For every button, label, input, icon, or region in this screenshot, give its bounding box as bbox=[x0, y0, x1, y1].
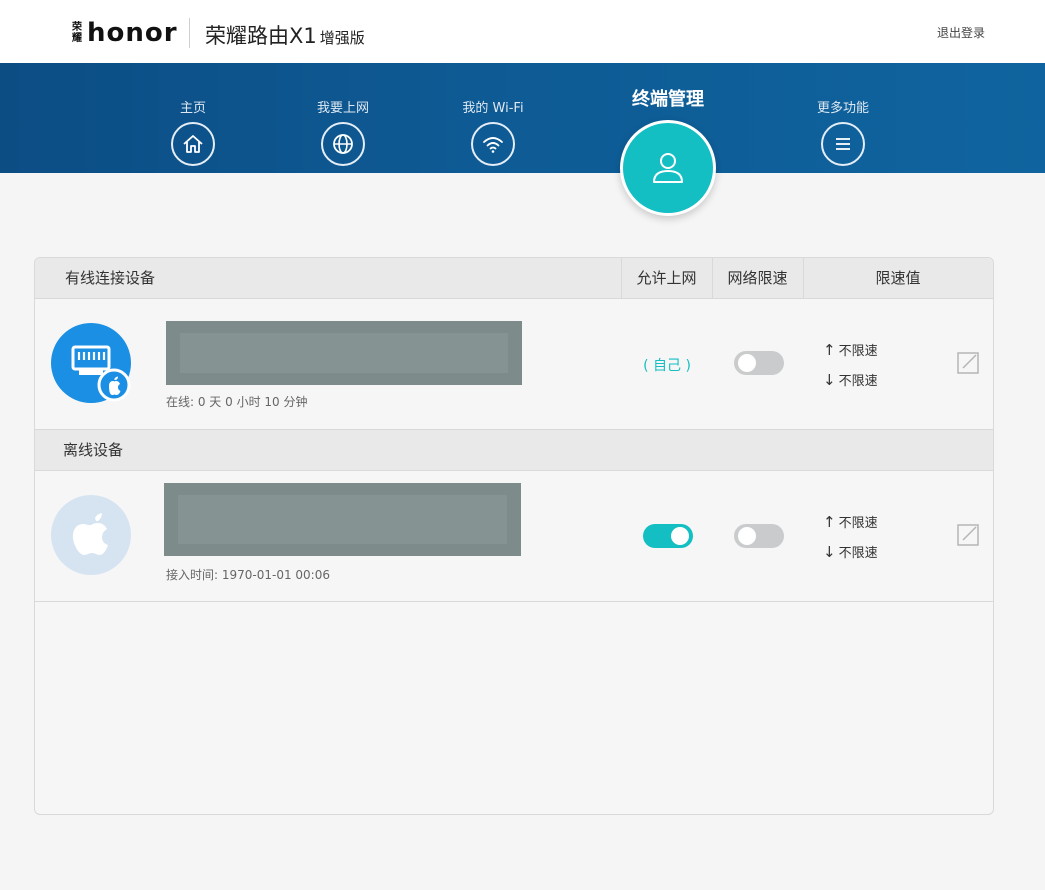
offline-section-header: 离线设备 bbox=[35, 430, 993, 471]
table-row[interactable]: 接入时间: 1970-01-01 00:06 ↑ 不限速 ↓ 不限速 bbox=[35, 471, 993, 602]
table-row[interactable]: 在线: 0 天 0 小时 10 分钟 ( 自己 ) ↑ 不限速 ↓ 不限速 bbox=[35, 299, 993, 430]
toggle-knob bbox=[671, 527, 689, 545]
nav-more-label: 更多功能 bbox=[816, 101, 869, 116]
edit-icon[interactable] bbox=[957, 524, 979, 546]
ethernet-apple-icon bbox=[51, 323, 131, 403]
nav-internet[interactable]: 我要上网 bbox=[283, 63, 403, 166]
nav-internet-label: 我要上网 bbox=[316, 101, 369, 116]
home-icon bbox=[171, 122, 215, 166]
nav-more[interactable]: 更多功能 bbox=[783, 63, 903, 166]
column-divider bbox=[803, 258, 804, 299]
wifi-icon bbox=[471, 122, 515, 166]
column-divider bbox=[712, 258, 713, 299]
logout-link[interactable]: 退出登录 bbox=[937, 24, 985, 41]
honor-logo: 荣耀 honor bbox=[70, 18, 178, 48]
column-speed-value: 限速值 bbox=[875, 269, 921, 287]
offline-section-title: 离线设备 bbox=[63, 441, 124, 459]
column-divider bbox=[621, 258, 622, 299]
download-limit: ↓ 不限速 bbox=[823, 542, 878, 561]
main-nav: 主页 我要上网 我的 Wi-Fi 终端管理 更多功能 bbox=[0, 63, 1045, 216]
nav-home[interactable]: 主页 bbox=[133, 63, 253, 166]
arrow-down-icon: ↓ bbox=[823, 371, 836, 389]
logo-wordmark: honor bbox=[87, 18, 178, 48]
arrow-down-icon: ↓ bbox=[823, 543, 836, 561]
download-limit-value: 不限速 bbox=[838, 374, 878, 389]
nav-devices[interactable]: 终端管理 bbox=[608, 63, 728, 216]
product-name: 荣耀路由X1 bbox=[205, 24, 317, 48]
logo-seal: 荣耀 bbox=[72, 22, 82, 44]
allow-internet-toggle[interactable] bbox=[643, 524, 693, 548]
column-speed-limit: 网络限速 bbox=[727, 269, 788, 287]
upload-limit-value: 不限速 bbox=[838, 516, 878, 531]
device-online-time: 在线: 0 天 0 小时 10 分钟 bbox=[166, 395, 308, 409]
product-title: 荣耀路由X1 增强版 bbox=[205, 20, 365, 50]
arrow-up-icon: ↑ bbox=[823, 513, 836, 531]
column-allow-internet: 允许上网 bbox=[636, 269, 697, 287]
download-limit-value: 不限速 bbox=[838, 546, 878, 561]
speed-limit-toggle[interactable] bbox=[734, 351, 784, 375]
self-indicator: ( 自己 ) bbox=[643, 358, 691, 374]
wired-section-header: 有线连接设备 允许上网 网络限速 限速值 bbox=[35, 258, 993, 299]
upload-limit-value: 不限速 bbox=[838, 344, 878, 359]
globe-icon bbox=[321, 122, 365, 166]
device-connect-time: 接入时间: 1970-01-01 00:06 bbox=[166, 568, 330, 582]
product-edition: 增强版 bbox=[319, 29, 365, 47]
nav-devices-label: 终端管理 bbox=[632, 89, 704, 110]
redacted-device-name-inner bbox=[180, 333, 508, 373]
nav-wifi[interactable]: 我的 Wi-Fi bbox=[433, 63, 553, 166]
user-icon bbox=[620, 120, 716, 216]
device-table: 有线连接设备 允许上网 网络限速 限速值 在线: 0 天 0 小时 10 分钟 … bbox=[34, 257, 994, 815]
nav-wifi-label: 我的 Wi-Fi bbox=[462, 101, 524, 116]
top-header: 荣耀 honor 荣耀路由X1 增强版 退出登录 bbox=[0, 0, 1045, 63]
toggle-knob bbox=[738, 354, 756, 372]
menu-icon bbox=[821, 122, 865, 166]
arrow-up-icon: ↑ bbox=[823, 341, 836, 359]
redacted-device-name bbox=[166, 321, 522, 385]
logo-divider bbox=[189, 18, 190, 48]
redacted-device-name-inner bbox=[178, 495, 507, 544]
wired-section-title: 有线连接设备 bbox=[65, 269, 156, 287]
speed-limit-toggle[interactable] bbox=[734, 524, 784, 548]
redacted-device-name bbox=[164, 483, 521, 556]
upload-limit: ↑ 不限速 bbox=[823, 340, 878, 359]
download-limit: ↓ 不限速 bbox=[823, 370, 878, 389]
toggle-knob bbox=[738, 527, 756, 545]
apple-icon bbox=[51, 495, 131, 575]
upload-limit: ↑ 不限速 bbox=[823, 512, 878, 531]
nav-home-label: 主页 bbox=[179, 101, 206, 116]
edit-icon[interactable] bbox=[957, 352, 979, 374]
